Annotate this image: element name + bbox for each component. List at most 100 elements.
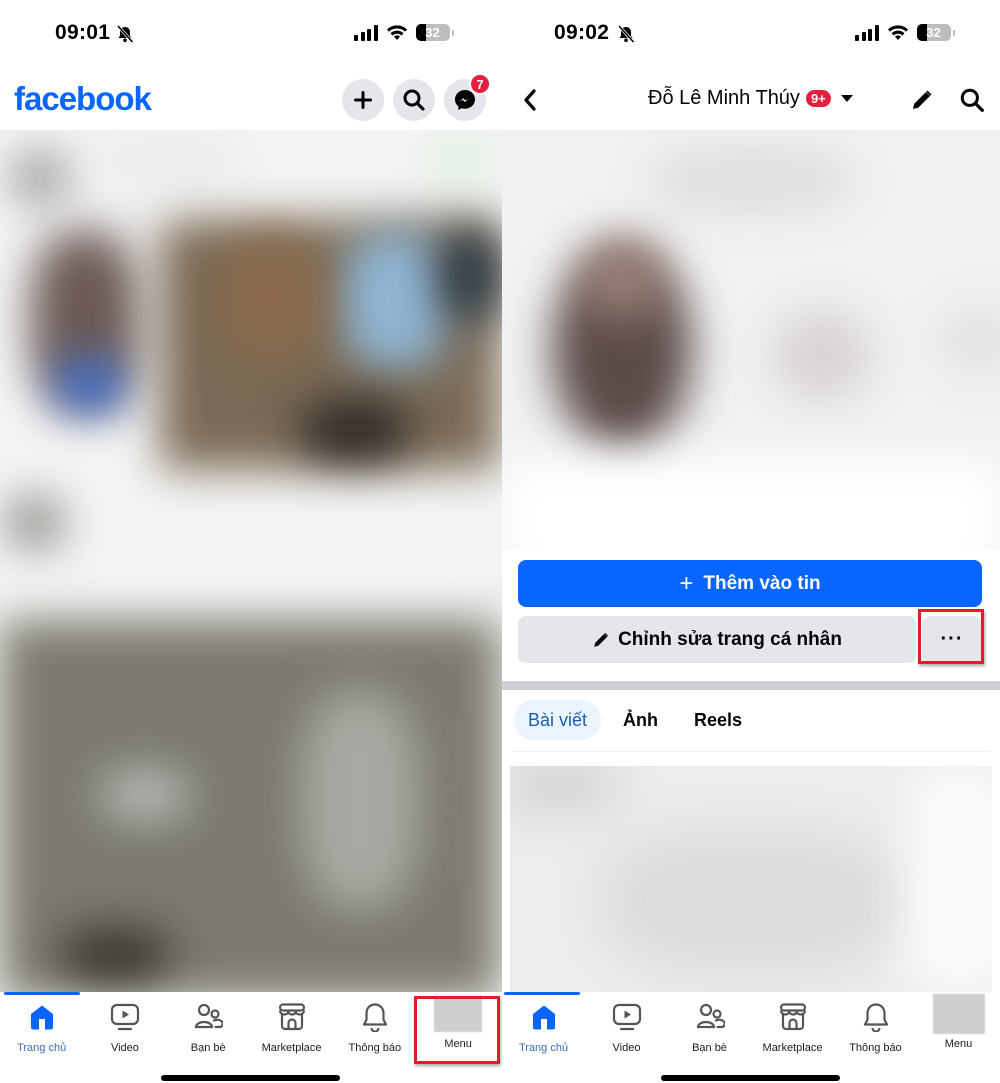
bottom-navigation: Trang chủ Video Bạn bè Marketplace Thông… (0, 992, 502, 1083)
search-icon (960, 88, 984, 112)
nav-item-marketplace[interactable]: Marketplace (751, 1000, 834, 1054)
bottom-navigation: Trang chủ Video Bạn bè Marketplace Thông… (502, 992, 1000, 1083)
tab-photos[interactable]: Ảnh (609, 700, 672, 740)
cellular-signal-icon (354, 24, 378, 41)
nav-item-menu[interactable]: Menu (917, 994, 1000, 1054)
battery-tip (451, 29, 454, 36)
tabs-divider (512, 751, 990, 752)
tab-label: Bài viết (528, 709, 588, 730)
profile-tabs: Bài viết Ảnh Reels (514, 700, 756, 740)
wifi-icon (887, 24, 908, 40)
tab-posts[interactable]: Bài viết (514, 700, 602, 740)
nav-item-home[interactable]: Trang chủ (0, 1000, 83, 1054)
posts-area-blurred[interactable] (510, 766, 992, 992)
left-screen-home-feed: 09:01 32 facebook 7 Trang chủ Video Bạn … (0, 0, 502, 1083)
battery-percent: 32 (926, 25, 941, 40)
status-indicators: 32 (855, 24, 955, 41)
bell-muted-icon (116, 24, 134, 44)
caret-down-icon (840, 95, 853, 102)
profile-avatar-blurred (434, 996, 483, 1032)
more-horizontal-icon: ··· (940, 628, 964, 650)
nav-item-friends[interactable]: Bạn bè (167, 1000, 250, 1054)
wifi-icon (386, 24, 407, 40)
nav-label: Video (110, 1042, 139, 1054)
more-options-button[interactable]: ··· (922, 616, 982, 663)
section-divider (502, 681, 1000, 690)
add-to-story-button[interactable]: + Thêm vào tin (518, 560, 982, 607)
nav-item-notifications[interactable]: Thông báo (834, 1000, 917, 1054)
notification-badge: 9+ (805, 90, 831, 107)
home-icon (30, 1005, 53, 1030)
status-bar: 09:02 32 (502, 0, 1000, 66)
nav-label: Thông báo (849, 1042, 902, 1054)
plus-icon: + (679, 569, 694, 597)
nav-label: Trang chủ (518, 1042, 569, 1054)
right-screen-profile: 09:02 32 Đỗ Lê Minh Thúy 9+ + Thêm vào t… (502, 0, 1000, 1083)
nav-label: Bạn bè (692, 1042, 727, 1054)
search-icon (403, 89, 425, 111)
bell-icon (863, 1003, 888, 1032)
nav-label: Bạn bè (190, 1042, 226, 1054)
nav-item-video[interactable]: Video (83, 1000, 166, 1054)
nav-label: Trang chủ (17, 1042, 67, 1054)
marketplace-icon (278, 1003, 305, 1031)
edit-profile-label: Chỉnh sửa trang cá nhân (618, 628, 842, 650)
nav-item-notifications[interactable]: Thông báo (333, 1000, 416, 1054)
add-to-story-label: Thêm vào tin (703, 572, 821, 594)
nav-label: Marketplace (762, 1042, 823, 1054)
tab-reels[interactable]: Reels (680, 700, 756, 740)
edit-button[interactable] (908, 86, 936, 114)
nav-label: Marketplace (261, 1042, 322, 1054)
profile-name: Đỗ Lê Minh Thúy (648, 87, 800, 109)
tab-label: Reels (694, 709, 743, 730)
nav-item-friends[interactable]: Bạn bè (668, 1000, 751, 1054)
status-bar: 09:01 32 (0, 0, 502, 66)
nav-item-menu[interactable]: Menu (416, 996, 499, 1054)
nav-label: Thông báo (348, 1042, 402, 1054)
pencil-icon (913, 90, 932, 109)
back-button[interactable] (516, 86, 544, 114)
marketplace-icon (779, 1003, 806, 1031)
profile-header: Đỗ Lê Minh Thúy 9+ (502, 70, 1000, 130)
pencil-icon (594, 632, 609, 647)
edit-profile-button[interactable]: Chỉnh sửa trang cá nhân (518, 616, 916, 663)
battery-icon: 32 (916, 24, 951, 41)
nav-item-video[interactable]: Video (585, 1000, 668, 1054)
nav-label: Menu (444, 1038, 472, 1050)
video-icon (612, 1003, 641, 1031)
nav-item-marketplace[interactable]: Marketplace (250, 1000, 333, 1054)
status-time: 09:01 (55, 21, 111, 44)
cellular-signal-icon (855, 24, 879, 41)
nav-label: Video (612, 1042, 641, 1054)
cover-and-profile-photo-blurred[interactable] (502, 130, 1000, 550)
battery-icon: 32 (415, 24, 450, 41)
battery-tip (952, 29, 955, 36)
nav-item-home[interactable]: Trang chủ (502, 1000, 585, 1054)
friends-icon (696, 1003, 725, 1029)
battery-percent: 32 (425, 25, 440, 40)
messenger-button[interactable]: 7 (444, 73, 491, 121)
messenger-badge: 7 (469, 73, 491, 95)
bell-muted-icon (617, 24, 635, 44)
profile-switcher[interactable]: Đỗ Lê Minh Thúy 9+ (648, 87, 853, 110)
plus-icon (354, 91, 372, 109)
tab-label: Ảnh (623, 709, 659, 730)
news-feed-blurred[interactable] (0, 130, 502, 992)
search-button[interactable] (393, 79, 435, 121)
facebook-logo[interactable]: facebook (14, 80, 152, 118)
nav-label: Menu (944, 1038, 973, 1050)
status-indicators: 32 (354, 24, 454, 41)
active-tab-indicator (504, 992, 580, 995)
friends-icon (195, 1003, 224, 1029)
chevron-left-icon (524, 89, 536, 111)
create-button[interactable] (342, 79, 384, 121)
active-tab-indicator (4, 992, 80, 995)
status-time: 09:02 (554, 21, 610, 44)
app-header: facebook 7 (0, 70, 502, 130)
home-indicator[interactable] (161, 1075, 340, 1081)
home-icon (532, 1005, 555, 1030)
home-indicator[interactable] (661, 1075, 840, 1081)
bell-icon (362, 1003, 387, 1032)
search-button[interactable] (958, 86, 986, 114)
profile-avatar-blurred (932, 994, 985, 1034)
